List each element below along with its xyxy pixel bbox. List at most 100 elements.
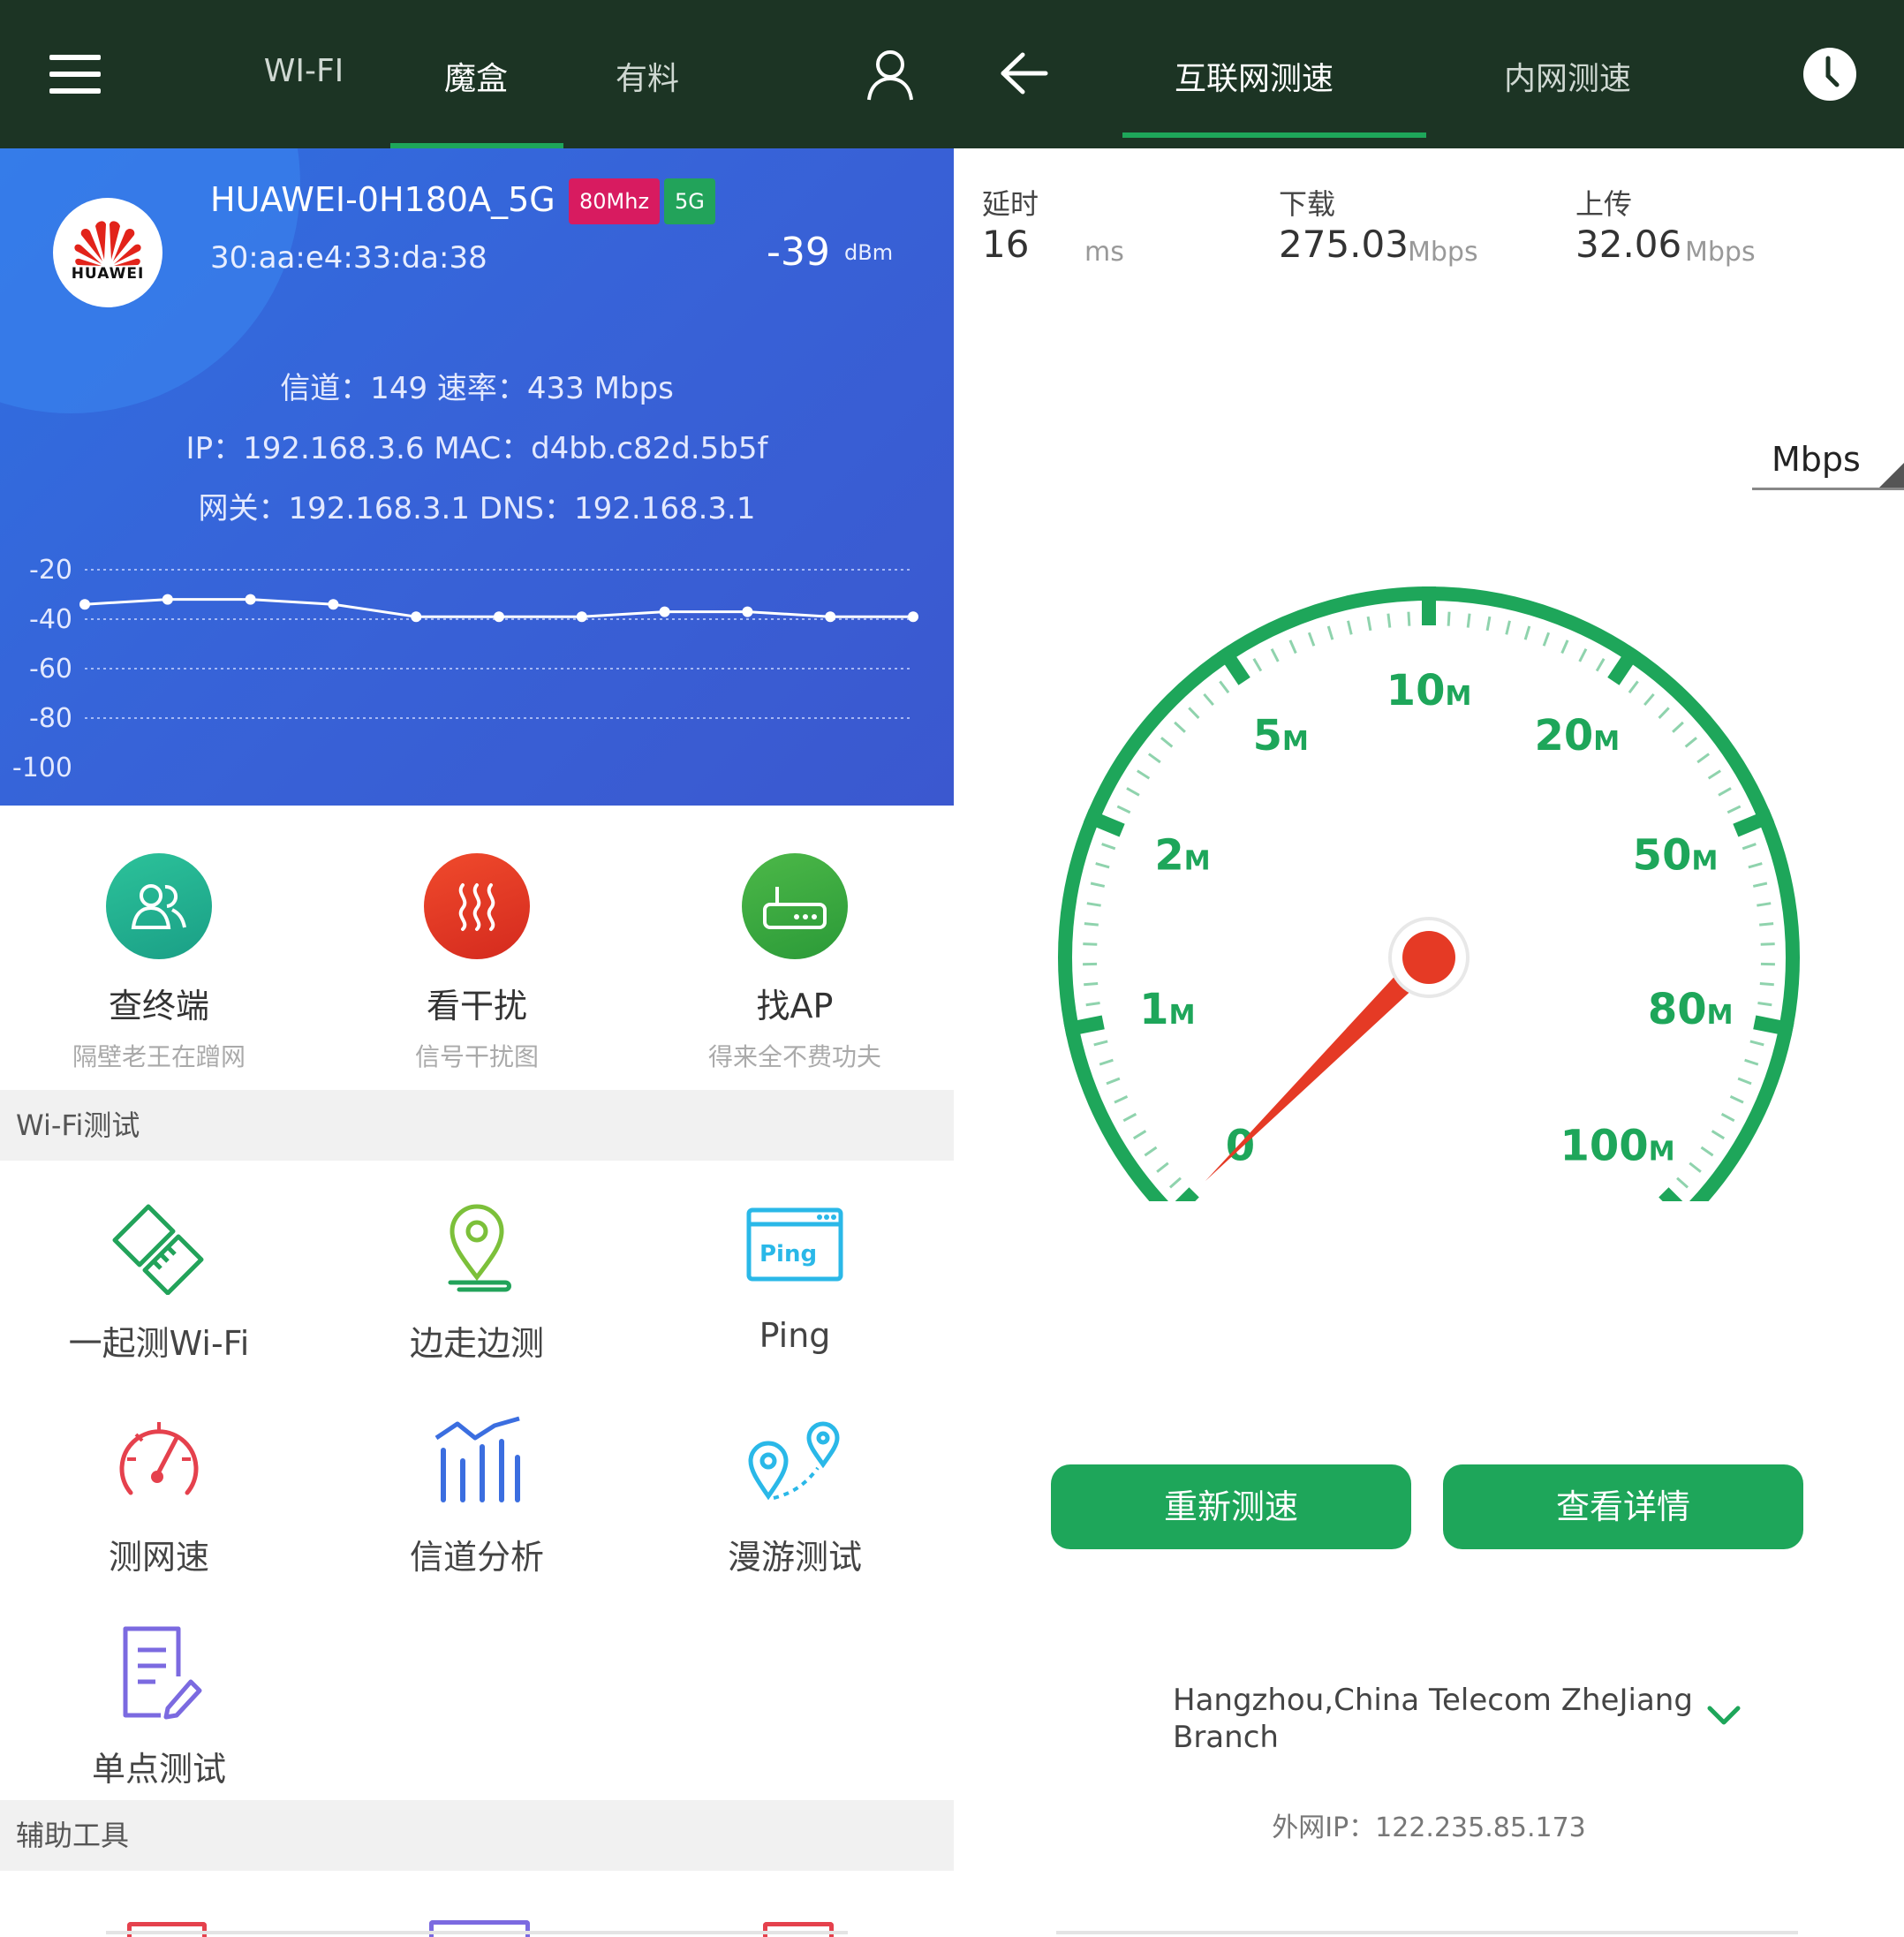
gauge-minor-tick (1737, 1077, 1752, 1086)
gauge-minor-tick (1188, 707, 1200, 719)
feature-terminals[interactable]: 查终端 隔壁老王在蹭网 (0, 853, 318, 1073)
tool-speed-test[interactable]: 测网速 (0, 1411, 318, 1578)
gauge-minor-tick (1114, 1095, 1129, 1104)
gauge-minor-tick (1759, 922, 1774, 927)
gauge-minor-tick (1386, 613, 1392, 628)
gauge-minor-tick (1252, 658, 1263, 672)
gauge-minor-tick (1086, 902, 1101, 907)
gauge-minor-tick (1711, 1130, 1726, 1140)
interference-icon (424, 853, 530, 959)
tool-roaming-test[interactable]: 漫游测试 (636, 1411, 954, 1578)
feature-title: 找AP (756, 987, 834, 1025)
gauge-minor-tick (1542, 632, 1551, 647)
signal-point (79, 599, 90, 610)
ping-icon: Ping (746, 1207, 843, 1282)
latency-label: 延时 (982, 187, 1039, 221)
gauge-minor-tick (1505, 620, 1511, 635)
gauge-minor-tick (1658, 707, 1670, 719)
location-pin-icon (448, 1204, 511, 1292)
gauge-minor-tick (1720, 1112, 1735, 1123)
menu-icon[interactable] (49, 55, 101, 94)
gauge-minor-tick (1160, 737, 1174, 748)
signal-point (742, 606, 753, 617)
gauge-minor-tick (1270, 648, 1280, 662)
tool-walk-test[interactable]: 边走边测 (318, 1198, 636, 1365)
gauge-minor-tick (1447, 611, 1451, 626)
retest-button[interactable]: 重新测速 (1051, 1464, 1411, 1549)
signal-point (245, 594, 256, 605)
gauge-scale-label: 80M (1648, 985, 1734, 1034)
view-details-button[interactable]: 查看详情 (1443, 1464, 1803, 1549)
gauge-minor-tick (1126, 787, 1140, 797)
aux-tool-icon[interactable] (763, 1922, 834, 1937)
server-location[interactable]: Hangzhou,China Telecom ZheJiang Branch (1173, 1682, 1703, 1756)
feature-subtitle: 得来全不费功夫 (707, 1042, 881, 1071)
gauge-minor-tick (1718, 787, 1732, 797)
gauge-minor-tick (1288, 639, 1297, 654)
gauge-minor-tick (1095, 862, 1110, 869)
gauge-scale-label: 1M (1139, 985, 1195, 1034)
gauge-major-tick (1753, 1015, 1794, 1037)
history-clock-icon[interactable] (1802, 46, 1858, 102)
signal-point (825, 611, 836, 623)
user-icon[interactable] (865, 49, 915, 102)
back-arrow-icon[interactable] (1000, 51, 1049, 95)
tab-lan-speedtest[interactable]: 内网测速 (1448, 53, 1687, 99)
tool-single-point-test[interactable]: 单点测试 (0, 1623, 318, 1790)
signal-point (576, 611, 587, 623)
gauge-minor-tick (1749, 1040, 1764, 1047)
gauge-minor-tick (1137, 769, 1151, 780)
gauge-minor-tick (1757, 1002, 1772, 1007)
roaming-icon (748, 1421, 840, 1501)
wifi-info-card[interactable]: HUAWEI HUAWEI-0H180A_5G 80Mhz 5G 30:aa:e… (0, 148, 954, 806)
gauge-minor-tick (1684, 737, 1697, 748)
gauge-minor-tick (1742, 843, 1757, 851)
chevron-down-icon[interactable] (1706, 1705, 1742, 1728)
tool-channel-analysis[interactable]: 信道分析 (318, 1411, 636, 1578)
tool-ping[interactable]: Ping Ping (636, 1198, 954, 1355)
upload-unit: Mbps (1685, 237, 1756, 268)
feature-find-ap[interactable]: 找AP 得来全不费功夫 (636, 853, 954, 1073)
feature-subtitle: 信号干扰图 (414, 1042, 539, 1071)
gauge-minor-tick (1595, 658, 1606, 672)
gauge-minor-tick (1696, 753, 1711, 764)
gauge-minor-tick (1366, 616, 1372, 632)
gauge-minor-tick (1144, 1146, 1158, 1157)
gauge-scale-label: 50M (1633, 830, 1719, 880)
tab-wifi[interactable]: WI-FI (242, 53, 366, 89)
gauge-minor-tick (1093, 1040, 1108, 1047)
external-ip: 外网IP：122.235.85.173 (1272, 1812, 1586, 1843)
gauge-minor-tick (1643, 692, 1655, 707)
download-label: 下载 (1279, 187, 1336, 221)
tab-mohe[interactable]: 魔盒 (419, 53, 533, 99)
gauge-minor-tick (1168, 1177, 1182, 1189)
aux-tool-icon[interactable] (127, 1922, 207, 1937)
tab-internet-speedtest[interactable]: 互联网测速 (1122, 53, 1386, 99)
gauge-major-tick (1063, 1015, 1105, 1037)
gauge-minor-tick (1084, 922, 1099, 927)
tool-wifi-together[interactable]: 一起测Wi-Fi (0, 1198, 318, 1365)
feature-subtitle: 隔壁老王在蹭网 (72, 1042, 246, 1071)
aux-tool-icon[interactable] (429, 1920, 530, 1937)
tab-youliao[interactable]: 有料 (590, 53, 705, 99)
gauge-minor-tick (1466, 613, 1471, 628)
gauge-scale-label: 10M (1386, 666, 1472, 715)
gauge-minor-tick (1347, 620, 1353, 635)
gauge-minor-tick (1578, 648, 1588, 662)
section-header-wifi-test: Wi-Fi测试 (0, 1090, 954, 1161)
signal-point (659, 606, 670, 617)
gauge-scale-label: 100M (1560, 1122, 1675, 1171)
feature-interference[interactable]: 看干扰 信号干扰图 (318, 853, 636, 1073)
feature-title: 查终端 (108, 987, 209, 1025)
users-icon (106, 853, 212, 959)
gauge-minor-tick (1326, 625, 1334, 640)
section-header-aux-tools: 辅助工具 (0, 1800, 954, 1871)
gauge-minor-tick (1752, 881, 1768, 888)
unit-dropdown[interactable]: Mbps (1752, 433, 1904, 491)
gauge-minor-tick (1729, 1095, 1744, 1104)
gauge-minor-tick (1744, 1058, 1759, 1066)
gauge-minor-tick (1560, 639, 1569, 654)
gauge-minor-tick (1759, 982, 1774, 987)
gauge-minor-tick (1219, 680, 1230, 694)
gauge-minor-tick (1147, 753, 1161, 764)
